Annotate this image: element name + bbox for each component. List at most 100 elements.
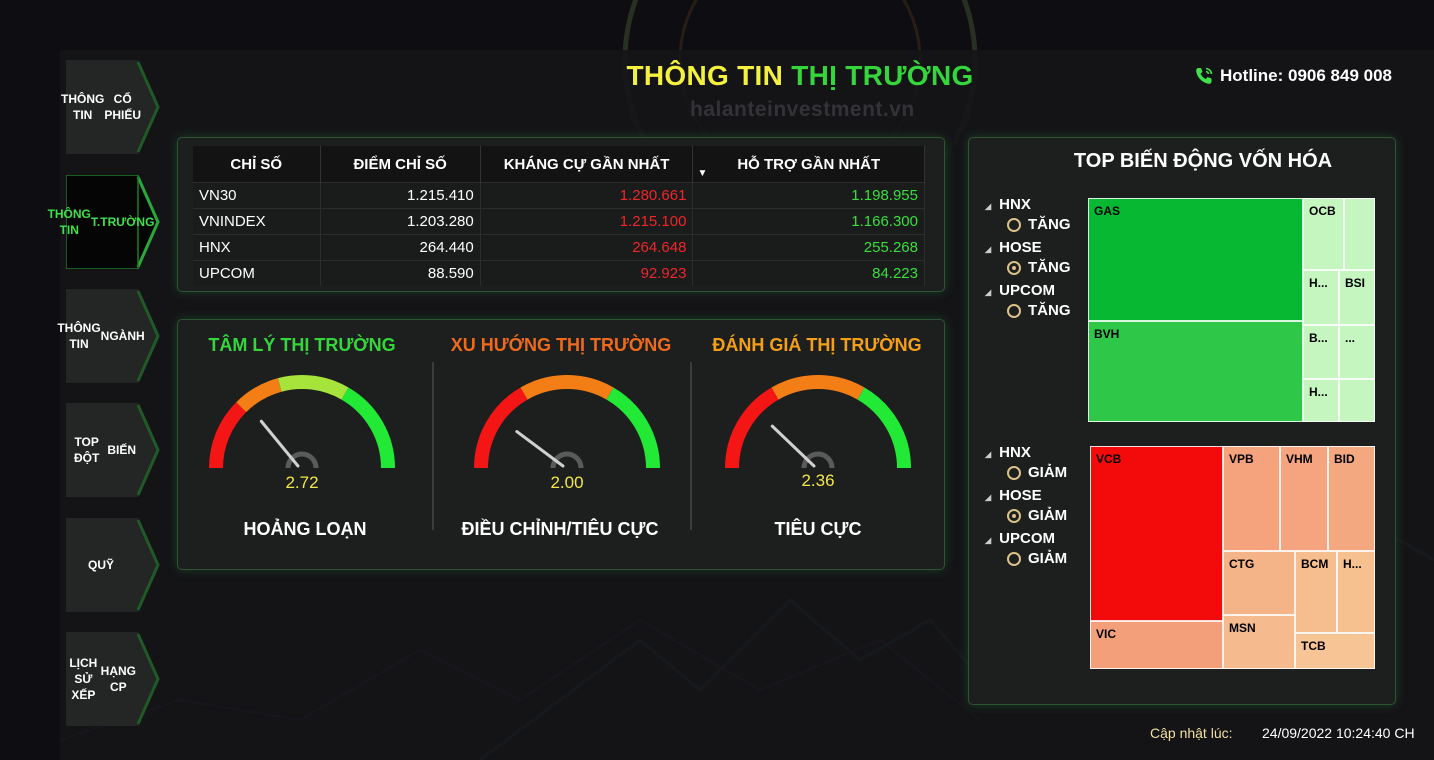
page-title-part1: THÔNG TIN bbox=[626, 60, 784, 91]
treemap-tile[interactable]: BVH bbox=[1088, 321, 1303, 422]
table-row[interactable]: VNINDEX 1.203.280 1.215.100 1.166.300 bbox=[193, 208, 925, 235]
sort-down-icon[interactable]: ▼ bbox=[697, 168, 707, 179]
sidebar-item-label: THÔNG TIN T.TRƯỜNG bbox=[48, 175, 155, 269]
exchange-group-hose[interactable]: ◢ HOSE bbox=[985, 487, 1042, 504]
treemap-tile[interactable]: CTG bbox=[1223, 551, 1295, 615]
sidebar-item-label: QUỸ bbox=[66, 518, 136, 612]
table-row[interactable]: VN30 1.215.410 1.280.661 1.198.955 bbox=[193, 182, 925, 209]
radio-label: TĂNG bbox=[1028, 302, 1071, 319]
cell-support: 1.198.955 bbox=[692, 182, 925, 209]
treemap-tile[interactable]: MSN bbox=[1223, 615, 1295, 669]
treemap-tile[interactable]: TCB bbox=[1295, 633, 1375, 669]
treemap-title: TOP BIẾN ĐỘNG VỐN HÓA bbox=[1073, 150, 1333, 172]
gauge-title: ĐÁNH GIÁ THỊ TRƯỜNG bbox=[712, 335, 922, 355]
treemap-tile[interactable]: OCB bbox=[1303, 198, 1344, 270]
radio-icon[interactable] bbox=[1007, 551, 1021, 566]
sidebar-item-label: LỊCH SỬ XẾP HẠNG CP bbox=[66, 632, 136, 726]
treemap-tile[interactable]: H... bbox=[1337, 551, 1375, 633]
col-header-index[interactable]: CHỈ SỐ bbox=[193, 146, 321, 183]
radio-option[interactable]: GIẢM bbox=[1007, 464, 1067, 481]
sidebar-item-3[interactable]: THÔNG TIN NGÀNH bbox=[57, 289, 160, 383]
exchange-group-upcom[interactable]: ◢ UPCOM bbox=[985, 530, 1055, 547]
treemap-tile[interactable]: GAS bbox=[1088, 198, 1303, 321]
sidebar-label-line2: HẠNG CP bbox=[100, 664, 136, 694]
treemap-tile[interactable]: BSI bbox=[1339, 270, 1375, 325]
treemap-tile[interactable]: H... bbox=[1303, 270, 1339, 325]
sidebar-item-label: THÔNG TIN CỔ PHIẾU bbox=[61, 60, 141, 154]
gauge-label: TIÊU CỰC bbox=[774, 519, 862, 539]
exchange-label: HNX bbox=[999, 444, 1031, 461]
gauge-needle bbox=[770, 424, 816, 468]
radio-option[interactable]: GIẢM bbox=[1007, 550, 1067, 567]
radio-option[interactable]: TĂNG bbox=[1007, 259, 1071, 276]
gauge-value: 2.36 bbox=[801, 471, 835, 490]
radio-icon[interactable] bbox=[1007, 260, 1021, 275]
gauge-segment bbox=[341, 387, 395, 469]
sidebar-item-4[interactable]: TOP ĐỘT BIẾN bbox=[66, 403, 160, 497]
radio-option[interactable]: GIẢM bbox=[1007, 507, 1067, 524]
sidebar-label-line2: CỔ PHIẾU bbox=[104, 92, 142, 122]
table-row[interactable]: UPCOM 88.590 92.923 84.223 bbox=[193, 260, 925, 286]
treemap-tile[interactable] bbox=[1344, 198, 1375, 270]
radio-icon[interactable] bbox=[1007, 303, 1021, 318]
treemap-tile[interactable]: VIC bbox=[1090, 621, 1223, 669]
collapse-triangle-icon[interactable]: ◢ bbox=[985, 202, 991, 211]
radio-option[interactable]: TĂNG bbox=[1007, 216, 1071, 233]
sidebar-item-2[interactable]: THÔNG TIN T.TRƯỜNG bbox=[48, 175, 160, 269]
gauge-segment bbox=[857, 387, 911, 469]
sidebar-item-5[interactable]: QUỸ bbox=[66, 518, 160, 612]
treemap-tile[interactable]: VPB bbox=[1223, 446, 1280, 551]
col-header-resistance[interactable]: KHÁNG CỰ GẦN NHẤT bbox=[480, 146, 694, 183]
cell-points: 264.440 bbox=[320, 234, 481, 261]
exchange-group-hnx[interactable]: ◢ HNX bbox=[985, 196, 1031, 213]
treemap-tile[interactable]: BCM bbox=[1295, 551, 1337, 633]
treemap-tile[interactable]: VCB bbox=[1090, 446, 1223, 621]
gauge-divider bbox=[690, 362, 692, 530]
radio-icon[interactable] bbox=[1007, 508, 1021, 523]
sidebar-label-line1: QUỸ bbox=[87, 558, 114, 572]
collapse-triangle-icon[interactable]: ◢ bbox=[985, 493, 991, 502]
sidebar-label-line2: NGÀNH bbox=[100, 329, 145, 343]
gauge-dial bbox=[209, 375, 395, 469]
page-title-part2: THỊ TRƯỜNG bbox=[791, 60, 974, 91]
radio-icon[interactable] bbox=[1007, 465, 1021, 480]
col-header-points[interactable]: ĐIỂM CHỈ SỐ bbox=[320, 146, 481, 183]
collapse-triangle-icon[interactable]: ◢ bbox=[985, 450, 991, 459]
gauge-label: ĐIỀU CHỈNH/TIÊU CỰC bbox=[461, 519, 659, 539]
treemap-tile[interactable]: VHM bbox=[1280, 446, 1328, 551]
collapse-triangle-icon[interactable]: ◢ bbox=[985, 288, 991, 297]
gauge-segment bbox=[725, 387, 779, 469]
treemap-tile[interactable]: B... bbox=[1303, 325, 1339, 379]
cell-resistance: 264.648 bbox=[480, 234, 694, 261]
exchange-group-hose[interactable]: ◢ HOSE bbox=[985, 239, 1042, 256]
hotline[interactable]: Hotline: 0906 849 008 bbox=[1194, 66, 1392, 86]
exchange-group-hnx[interactable]: ◢ HNX bbox=[985, 444, 1031, 461]
cell-index-name: UPCOM bbox=[193, 260, 321, 286]
cell-support: 84.223 bbox=[692, 260, 925, 286]
treemap-tile[interactable]: BID bbox=[1328, 446, 1375, 551]
radio-icon[interactable] bbox=[1007, 217, 1021, 232]
gauge-segment bbox=[277, 375, 349, 400]
col-header-support[interactable]: HỖ TRỢ GẦN NHẤT ▼ bbox=[692, 146, 925, 183]
treemap-tile[interactable]: H... bbox=[1303, 379, 1339, 422]
collapse-triangle-icon[interactable]: ◢ bbox=[985, 245, 991, 254]
gauge-needle bbox=[515, 430, 565, 468]
sidebar-item-6[interactable]: LỊCH SỬ XẾP HẠNG CP bbox=[66, 632, 160, 726]
sidebar-item-1[interactable]: THÔNG TIN CỔ PHIẾU bbox=[61, 60, 160, 154]
radio-option[interactable]: TĂNG bbox=[1007, 302, 1071, 319]
hotline-label: Hotline: 0906 849 008 bbox=[1220, 66, 1392, 85]
gauge-segment bbox=[209, 402, 247, 469]
sidebar-label-line1: THÔNG TIN bbox=[47, 207, 91, 237]
treemap-tile[interactable] bbox=[1339, 379, 1375, 422]
treemap-tile[interactable]: ... bbox=[1339, 325, 1375, 379]
collapse-triangle-icon[interactable]: ◢ bbox=[985, 536, 991, 545]
cell-support: 255.268 bbox=[692, 234, 925, 261]
cell-resistance: 92.923 bbox=[480, 260, 694, 286]
sidebar-label-line1: THÔNG TIN bbox=[57, 321, 101, 351]
table-row[interactable]: HNX 264.440 264.648 255.268 bbox=[193, 234, 925, 261]
cell-points: 1.215.410 bbox=[320, 182, 481, 209]
exchange-group-upcom[interactable]: ◢ UPCOM bbox=[985, 282, 1055, 299]
gauge-value: 2.00 bbox=[550, 473, 584, 492]
exchange-label: UPCOM bbox=[999, 530, 1055, 547]
treemap-increase: GAS BVH OCB H... BSI B...... H... bbox=[1088, 198, 1375, 422]
